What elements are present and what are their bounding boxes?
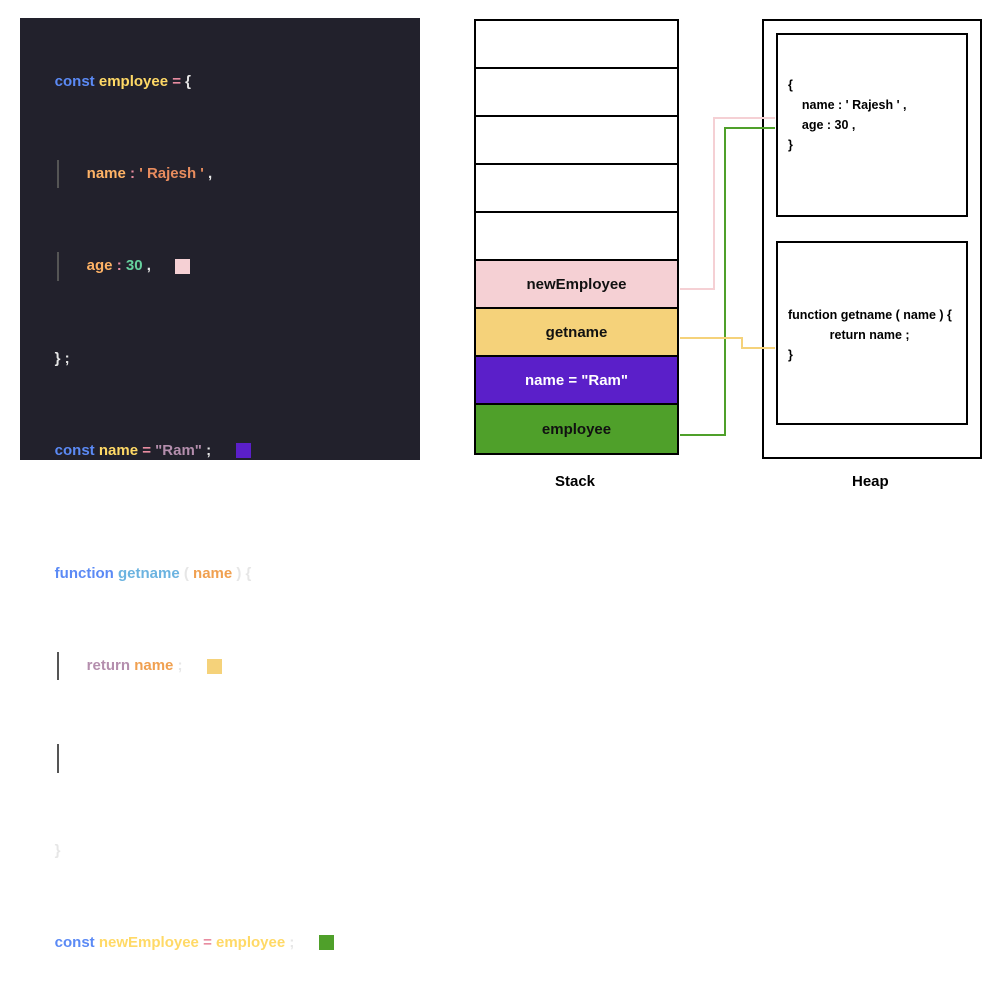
code-panel: const employee = { name : ' Rajesh ' , a… (20, 18, 420, 460)
swatch-pink (175, 259, 190, 274)
comma: , (147, 257, 164, 274)
stack-diagram: newEmployee getname name = "Ram" employe… (474, 19, 679, 455)
val-employee: employee (216, 934, 289, 951)
stack-slot-empty (476, 21, 677, 69)
val-rajesh: ' Rajesh ' (139, 165, 208, 182)
kw-function: function (55, 565, 118, 582)
stack-slot-empty (476, 165, 677, 213)
code-line-1: const employee = { (38, 36, 402, 128)
paren: ( (184, 565, 193, 582)
key-name: name (87, 165, 130, 182)
colon: : (117, 257, 126, 274)
colon: : (130, 165, 139, 182)
heap-line: name : ' Rajesh ' , (788, 95, 956, 115)
kw-const: const (55, 934, 99, 951)
heap-object-box: { name : ' Rajesh ' , age : 30 , } (776, 33, 968, 217)
swatch-yellow (207, 659, 222, 674)
var-employee: employee (99, 73, 172, 90)
heap-label: Heap (852, 473, 889, 490)
arg-name: name (193, 565, 236, 582)
stack-slot-newemployee: newEmployee (476, 261, 677, 309)
heap-line: function getname ( name ) { (788, 305, 956, 325)
slot-label: newEmployee (526, 276, 626, 293)
paren-brace: ) { (236, 565, 251, 582)
kw-const: const (55, 73, 99, 90)
code-line-3: age : 30 , (38, 221, 402, 313)
stack-slot-empty (476, 69, 677, 117)
val-ram: "Ram" (155, 442, 206, 459)
swatch-purple (236, 443, 251, 458)
comma: , (208, 165, 212, 182)
connector-yellow (680, 338, 775, 348)
connector-green (680, 128, 775, 435)
code-line-5: const name = "Ram" ; (38, 405, 402, 497)
stack-slot-name: name = "Ram" (476, 357, 677, 405)
heap-line: } (788, 345, 956, 365)
kw-const: const (55, 442, 99, 459)
brace-open: { (185, 73, 191, 90)
heap-diagram: { name : ' Rajesh ' , age : 30 , } funct… (762, 19, 982, 459)
swatch-green (319, 935, 334, 950)
connector-pink (680, 118, 775, 289)
var-newemployee: newEmployee (99, 934, 203, 951)
indent-bar (57, 160, 87, 189)
brace-close: } (55, 842, 61, 859)
heap-function-box: function getname ( name ) { return name … (776, 241, 968, 425)
key-age: age (87, 257, 117, 274)
code-line-4: } ; (38, 313, 402, 405)
brace-close: } ; (55, 350, 70, 367)
semi: ; (178, 657, 196, 674)
semi: ; (206, 442, 224, 459)
stack-slot-employee: employee (476, 405, 677, 453)
fn-getname: getname (118, 565, 184, 582)
code-line-11: const newEmployee = employee ; (38, 897, 402, 989)
var-name: name (99, 442, 142, 459)
semi: ; (289, 934, 307, 951)
op-eq: = (142, 442, 155, 459)
code-line-blank (38, 497, 402, 528)
code-line-10: } (38, 805, 402, 897)
ret-name: name (134, 657, 177, 674)
code-line-9 (38, 713, 402, 805)
op-eq: = (172, 73, 185, 90)
stack-slot-empty (476, 213, 677, 261)
stack-label: Stack (555, 473, 595, 490)
indent-bar (57, 652, 87, 681)
slot-label: employee (542, 421, 611, 438)
val-30: 30 (126, 257, 147, 274)
stack-slot-empty (476, 117, 677, 165)
slot-label: name = "Ram" (525, 372, 628, 389)
indent-bar (57, 744, 87, 773)
stack-slot-getname: getname (476, 309, 677, 357)
code-line-2: name : ' Rajesh ' , (38, 128, 402, 220)
code-line-7: function getname ( name ) { (38, 528, 402, 620)
indent-bar (57, 252, 87, 281)
heap-line: return name ; (788, 325, 956, 345)
op-eq: = (203, 934, 216, 951)
slot-label: getname (546, 324, 608, 341)
heap-line: } (788, 135, 956, 155)
code-line-8: return name ; (38, 620, 402, 712)
heap-line: age : 30 , (788, 115, 956, 135)
kw-return: return (87, 657, 135, 674)
heap-line: { (788, 75, 956, 95)
